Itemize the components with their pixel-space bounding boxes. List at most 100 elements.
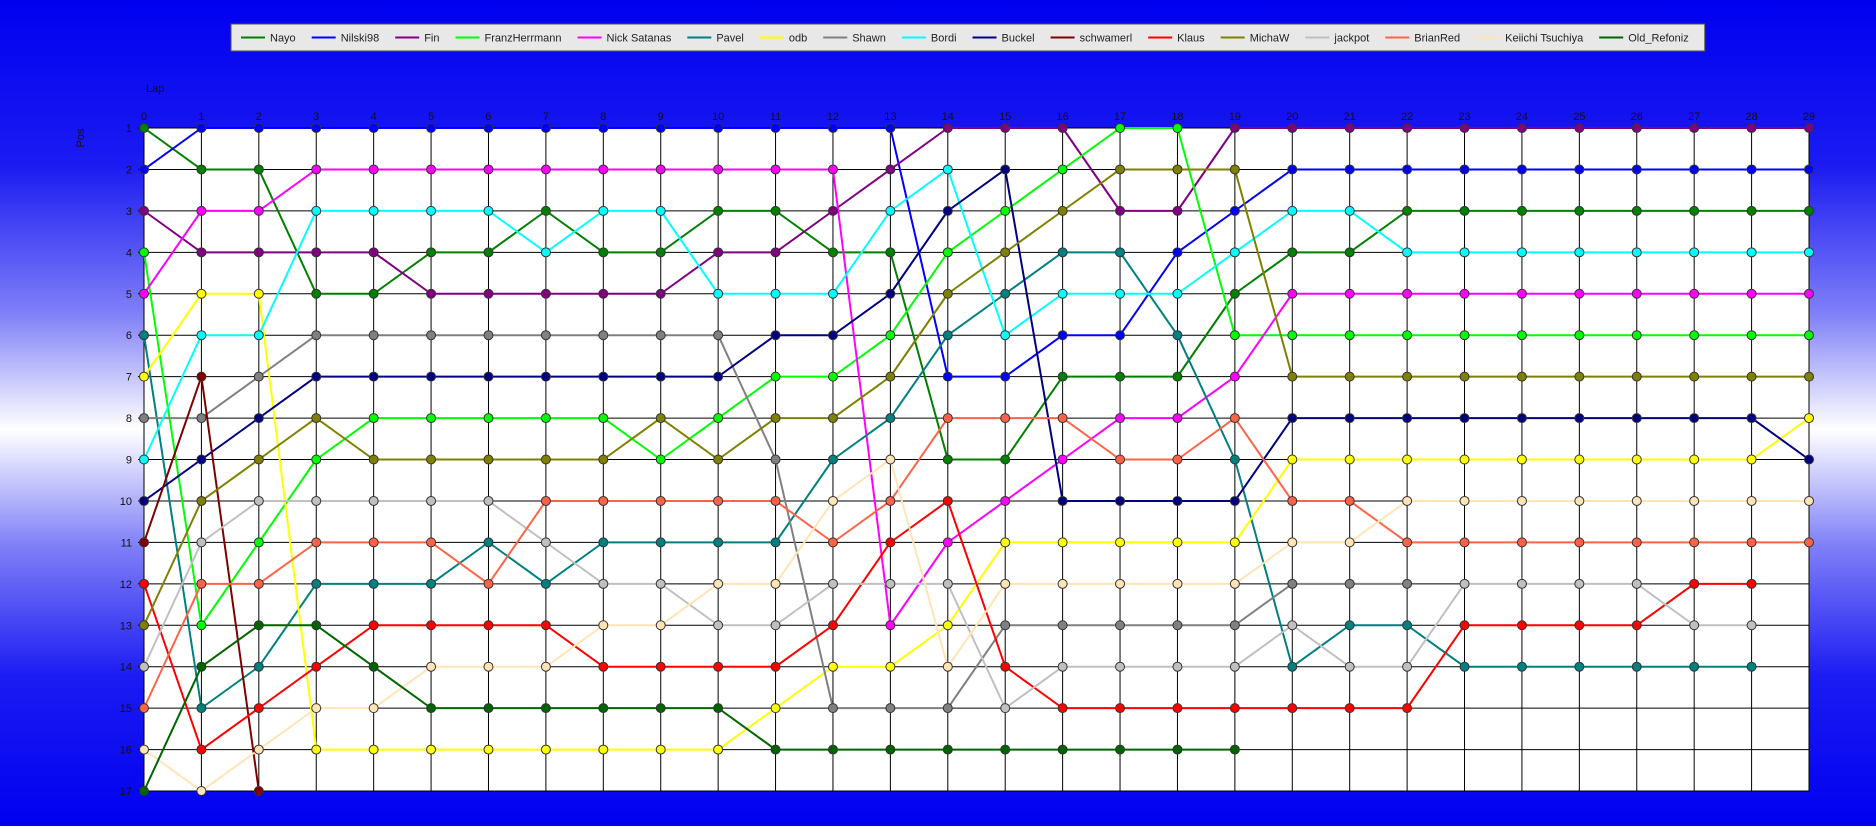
data-point-nayo	[426, 247, 437, 258]
data-point-bordi	[1229, 247, 1240, 258]
data-point-nick-satanas	[1172, 413, 1183, 424]
data-point-old-refoniz	[483, 703, 494, 714]
data-point-pavel	[368, 578, 379, 589]
legend-label-pavel: Pavel	[716, 33, 744, 45]
data-point-bordi	[1402, 247, 1413, 258]
data-point-nayo	[1516, 205, 1527, 216]
data-point-nick-satanas	[1631, 288, 1642, 299]
data-point-michaw	[827, 413, 838, 424]
data-point-nick-satanas	[885, 620, 896, 631]
data-point-jackpot	[942, 578, 953, 589]
data-point-jackpot	[1057, 661, 1068, 672]
data-point-michaw	[1057, 205, 1068, 216]
data-point-nayo	[540, 205, 551, 216]
y-tick-label: 4	[126, 247, 132, 259]
data-point-nilski98	[1804, 164, 1814, 175]
data-point-bordi	[827, 288, 838, 299]
data-point-brianred	[368, 537, 379, 548]
data-point-keiichi-tsuchiya	[1344, 537, 1355, 548]
data-point-nayo	[942, 454, 953, 465]
y-tick-label: 7	[126, 372, 132, 384]
data-point-klaus	[1000, 661, 1011, 672]
data-point-nayo	[311, 288, 322, 299]
data-point-klaus	[1689, 578, 1700, 589]
data-point-jackpot	[253, 495, 264, 506]
y-tick-label: 3	[126, 206, 132, 218]
data-point-keiichi-tsuchiya	[311, 703, 322, 714]
x-tick-label: 25	[1573, 111, 1585, 123]
data-point-fin	[196, 247, 207, 258]
data-point-keiichi-tsuchiya	[713, 578, 724, 589]
data-point-nick-satanas	[368, 164, 379, 175]
legend-label-fin: Fin	[424, 33, 439, 45]
data-point-buckel	[1746, 413, 1757, 424]
data-point-klaus	[1344, 703, 1355, 714]
data-point-old-refoniz	[1229, 744, 1240, 755]
data-point-odb	[540, 744, 551, 755]
data-point-keiichi-tsuchiya	[655, 620, 666, 631]
data-point-brianred	[311, 537, 322, 548]
data-point-franzherrmann	[253, 537, 264, 548]
data-point-nilski98	[1459, 164, 1470, 175]
data-point-shawn	[942, 703, 953, 714]
data-point-old-refoniz	[368, 661, 379, 672]
data-point-buckel	[311, 371, 322, 382]
data-point-bordi	[311, 205, 322, 216]
data-point-klaus	[483, 620, 494, 631]
data-point-odb	[1804, 413, 1814, 424]
data-point-michaw	[1287, 371, 1298, 382]
data-point-pavel	[426, 578, 437, 589]
data-point-shawn	[426, 330, 437, 341]
data-point-shawn	[770, 454, 781, 465]
data-point-pavel	[1746, 661, 1757, 672]
data-point-nick-satanas	[942, 537, 953, 548]
data-point-buckel	[1115, 495, 1126, 506]
data-point-shawn	[1344, 578, 1355, 589]
data-point-keiichi-tsuchiya	[1229, 578, 1240, 589]
data-point-franzherrmann	[942, 247, 953, 258]
data-point-brianred	[1287, 495, 1298, 506]
data-point-schwamerl	[253, 786, 264, 796]
data-point-fin	[1804, 123, 1814, 133]
data-point-fin	[1459, 123, 1470, 133]
data-point-bordi	[1689, 247, 1700, 258]
data-point-nilski98	[598, 123, 609, 133]
data-point-bordi	[139, 454, 149, 465]
data-point-bordi	[1574, 247, 1585, 258]
data-point-pavel	[1115, 247, 1126, 258]
data-point-keiichi-tsuchiya	[196, 786, 207, 796]
data-point-franzherrmann	[1631, 330, 1642, 341]
data-point-nick-satanas	[655, 164, 666, 175]
data-point-pavel	[1344, 620, 1355, 631]
data-point-klaus	[598, 661, 609, 672]
data-point-odb	[253, 288, 264, 299]
data-point-shawn	[1057, 620, 1068, 631]
data-point-nilski98	[1689, 164, 1700, 175]
data-point-michaw	[1516, 371, 1527, 382]
data-point-nick-satanas	[1000, 495, 1011, 506]
data-point-odb	[1172, 537, 1183, 548]
data-point-pavel	[1516, 661, 1527, 672]
data-point-klaus	[1115, 703, 1126, 714]
data-point-bordi	[1057, 288, 1068, 299]
data-point-nilski98	[1229, 205, 1240, 216]
data-point-buckel	[942, 205, 953, 216]
data-point-pavel	[1402, 620, 1413, 631]
data-point-bordi	[655, 205, 666, 216]
data-point-nilski98	[942, 371, 953, 382]
data-point-nayo	[713, 205, 724, 216]
data-point-nick-satanas	[1402, 288, 1413, 299]
x-tick-label: 20	[1286, 111, 1298, 123]
data-point-fin	[942, 123, 953, 133]
data-point-brianred	[1631, 537, 1642, 548]
legend-label-buckel: Buckel	[1002, 33, 1035, 45]
data-point-nick-satanas	[540, 164, 551, 175]
data-point-odb	[827, 661, 838, 672]
x-tick-label: 6	[485, 111, 491, 123]
data-point-fin	[1287, 123, 1298, 133]
data-point-franzherrmann	[1287, 330, 1298, 341]
data-point-nilski98	[770, 123, 781, 133]
data-point-jackpot	[1689, 620, 1700, 631]
data-point-bordi	[598, 205, 609, 216]
data-point-keiichi-tsuchiya	[1631, 495, 1642, 506]
